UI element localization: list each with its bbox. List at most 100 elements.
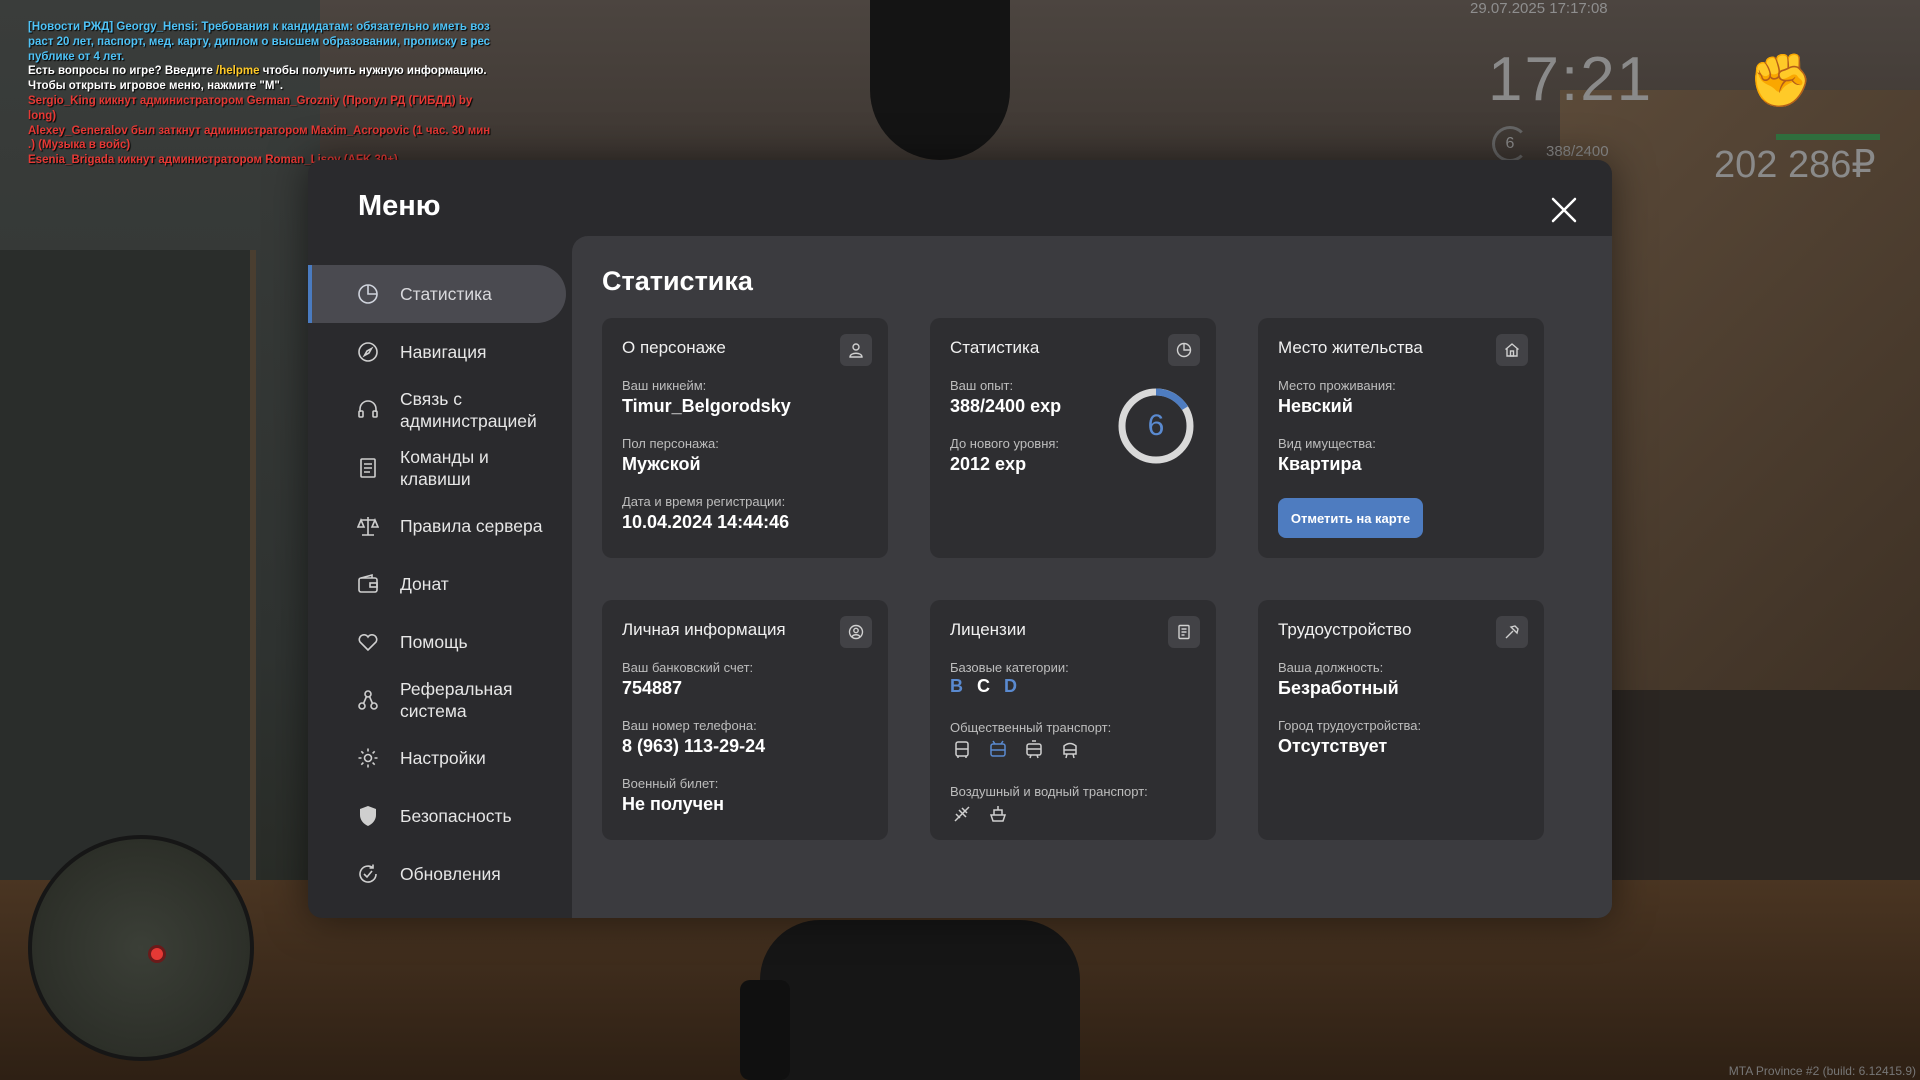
- heart-hand-icon: [354, 628, 382, 656]
- air-water-transport-label: Воздушный и водный транспорт:: [950, 784, 1148, 799]
- base-categories-label: Базовые категории:: [950, 660, 1069, 675]
- sidebar-nav: Статистика Навигация Связь с администрац…: [308, 265, 566, 903]
- tram-icon: [1022, 738, 1046, 762]
- military-id-label: Военный билет:: [622, 776, 719, 791]
- residence-place-label: Место проживания:: [1278, 378, 1396, 393]
- card-employment: Трудоустройство Ваша должность: Безработ…: [1258, 600, 1544, 840]
- chat-line: публике от 4 лет.: [28, 50, 125, 63]
- card-licenses: Лицензии Базовые категории: B C D Общест…: [930, 600, 1216, 840]
- license-category-b: B: [950, 676, 963, 696]
- scales-icon: [354, 512, 382, 540]
- card-title: Личная информация: [622, 620, 786, 639]
- card-character: О персонаже Ваш никнейм: Timur_Belgorods…: [602, 318, 888, 558]
- nav-item-rules[interactable]: Правила сервера: [308, 497, 566, 555]
- license-category-d: D: [1004, 676, 1017, 696]
- nav-item-referral[interactable]: Реферальная система: [308, 671, 566, 729]
- position-value: Безработный: [1278, 678, 1399, 698]
- card-residence: Место жительства Место проживания: Невск…: [1258, 318, 1544, 558]
- nickname-label: Ваш никнейм:: [622, 378, 707, 393]
- chat-line: .) (Музыка в войс): [28, 139, 131, 152]
- menu-panel: Меню Статистика Навигация Связь с админи…: [308, 160, 1612, 918]
- nav-label: Обновления: [400, 864, 501, 884]
- menu-title: Меню: [358, 190, 441, 222]
- player-marker-icon: [148, 945, 166, 963]
- card-title: Статистика: [950, 338, 1040, 357]
- registration-value: 10.04.2024 14:44:46: [622, 512, 790, 532]
- phone-label: Ваш номер телефона:: [622, 718, 757, 733]
- nav-label: Правила сервера: [400, 516, 543, 536]
- nav-item-settings[interactable]: Настройки: [308, 729, 566, 787]
- mark-on-map-button[interactable]: Отметить на карте: [1278, 498, 1423, 538]
- card-title: О персонаже: [622, 338, 726, 357]
- gender-value: Мужской: [622, 454, 701, 474]
- nav-item-commands[interactable]: Команды и клавиши: [308, 439, 566, 497]
- player-character: [760, 920, 1080, 1080]
- air-water-transport-icons: [950, 802, 1010, 826]
- health-bar: [1776, 134, 1880, 140]
- chat-line: long): [28, 109, 57, 122]
- chat-line: раст 20 лет, паспорт, мед. карту, диплом…: [28, 35, 491, 48]
- refresh-icon: [354, 860, 382, 888]
- nav-item-statistics[interactable]: Статистика: [308, 265, 566, 323]
- next-level-label: До нового уровня:: [950, 436, 1060, 451]
- level-number: 6: [1147, 409, 1165, 442]
- nickname-value: Timur_Belgorodsky: [622, 396, 791, 416]
- id-card-icon: [1168, 616, 1200, 648]
- nav-label: Связь с администрацией: [400, 389, 537, 431]
- hud-level: 6: [1492, 126, 1528, 162]
- close-icon: [1551, 197, 1577, 223]
- nav-item-admin-contact[interactable]: Связь с администрацией: [308, 381, 566, 439]
- statistics-content: Статистика О персонаже Ваш никнейм: Timu…: [572, 236, 1612, 918]
- trolleybus-icon: [986, 738, 1010, 762]
- shield-icon: [354, 802, 382, 830]
- registration-label: Дата и время регистрации:: [622, 494, 786, 509]
- exp-label: Ваш опыт:: [950, 378, 1014, 393]
- military-id-value: Не получен: [622, 794, 724, 814]
- card-personal-info: Личная информация Ваш банковский счет: 7…: [602, 600, 888, 840]
- nav-label: Безопасность: [400, 806, 512, 826]
- document-icon: [354, 454, 382, 482]
- gender-label: Пол персонажа:: [622, 436, 719, 451]
- public-transport-label: Общественный транспорт:: [950, 720, 1112, 735]
- gear-icon: [354, 744, 382, 772]
- nav-item-security[interactable]: Безопасность: [308, 787, 566, 845]
- card-title: Трудоустройство: [1278, 620, 1412, 639]
- nav-label: Настройки: [400, 748, 486, 768]
- network-icon: [354, 686, 382, 714]
- chat-line: [Новости РЖД] Georgy_Hensi: Требования к…: [28, 21, 490, 33]
- hud-clock: 17:21: [1488, 45, 1654, 114]
- exp-value: 388/2400 exp: [950, 396, 1062, 416]
- nav-item-navigation[interactable]: Навигация: [308, 323, 566, 381]
- npc-figure: [870, 0, 1010, 160]
- public-transport-icons: [950, 738, 1082, 762]
- home-icon: [1496, 334, 1528, 366]
- hammer-icon: [1496, 616, 1528, 648]
- headset-icon: [354, 396, 382, 424]
- nav-item-help[interactable]: Помощь: [308, 613, 566, 671]
- user-icon: [840, 334, 872, 366]
- airplane-icon: [950, 802, 974, 826]
- property-type-value: Квартира: [1278, 454, 1362, 474]
- bank-account-label: Ваш банковский счет:: [622, 660, 754, 675]
- employment-city-label: Город трудоустройства:: [1278, 718, 1422, 733]
- next-level-value: 2012 exp: [950, 454, 1027, 474]
- bag: [740, 980, 790, 1080]
- chat-line: Sergio_King кикнут администратором Germa…: [28, 94, 473, 107]
- nav-item-updates[interactable]: Обновления: [308, 845, 566, 903]
- pie-chart-icon: [1168, 334, 1200, 366]
- build-info: MTA Province #2 (build: 6.12415.9): [1728, 1064, 1916, 1078]
- close-button[interactable]: [1546, 194, 1582, 230]
- residence-place-value: Невский: [1278, 396, 1353, 416]
- card-title: Место жительства: [1278, 338, 1423, 357]
- nav-item-donate[interactable]: Донат: [308, 555, 566, 613]
- property-type-label: Вид имущества:: [1278, 436, 1376, 451]
- bus-icon: [950, 738, 974, 762]
- chat-log: [Новости РЖД] Georgy_Hensi: Требования к…: [28, 20, 508, 168]
- hud-money: 202 286₽: [1714, 144, 1876, 186]
- nav-label: Команды и клавиши: [400, 447, 489, 489]
- hud-date: 29.07.2025 17:17:08: [1470, 0, 1608, 17]
- fist-icon: ✊: [1748, 52, 1813, 110]
- content-title: Статистика: [602, 266, 753, 296]
- hud-exp: 388/2400: [1546, 143, 1609, 160]
- nav-label: Статистика: [400, 284, 492, 304]
